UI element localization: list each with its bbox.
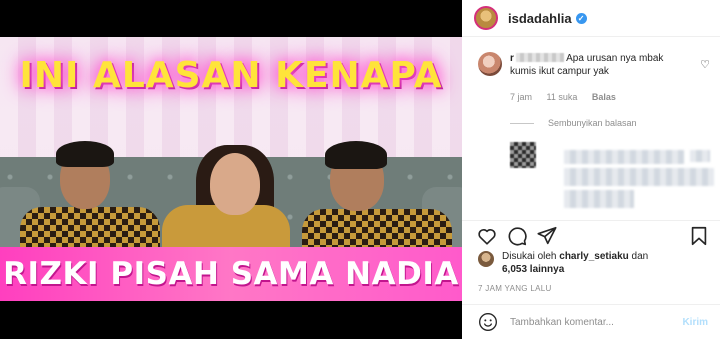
likes-conjunction: dan bbox=[631, 251, 649, 262]
comment-likes[interactable]: 11 suka bbox=[547, 92, 578, 102]
comment-text-block: r Apa urusan nya mbak kumis ikut campur … bbox=[510, 52, 685, 78]
bookmark-icon[interactable] bbox=[688, 225, 710, 247]
blurred-text bbox=[564, 150, 684, 164]
comment-like-heart-icon[interactable]: ♡ bbox=[700, 58, 710, 71]
post-side-panel: isdadahlia ✓ r Apa urusan nya mbak kumis… bbox=[462, 0, 720, 339]
reply-button[interactable]: Balas bbox=[592, 92, 616, 102]
divider-line bbox=[510, 122, 534, 124]
action-bar bbox=[462, 220, 720, 248]
caption-bottom: RIZKI PISAH SAMA NADIA bbox=[3, 256, 459, 292]
post-header: isdadahlia ✓ bbox=[462, 0, 720, 37]
likes-prefix: Disukai oleh bbox=[502, 251, 557, 262]
liker-avatar[interactable] bbox=[478, 251, 494, 267]
caption-top: INI ALASAN KENAPA bbox=[19, 55, 443, 96]
comment-meta: 7 jam 11 suka Balas bbox=[510, 92, 628, 102]
caption-bar: RIZKI PISAH SAMA NADIA bbox=[0, 247, 462, 301]
heart-icon[interactable] bbox=[476, 225, 498, 247]
blurred-avatar bbox=[510, 142, 536, 168]
hide-replies-button[interactable]: Sembunyikan balasan bbox=[510, 118, 637, 128]
blurred-text bbox=[564, 168, 714, 186]
post-comment-button[interactable]: Kirim bbox=[682, 317, 708, 328]
share-icon[interactable] bbox=[536, 225, 558, 247]
blurred-username bbox=[515, 53, 564, 62]
instagram-post-window: INI ALASAN KENAPA RIZKI PISAH SAMA NADIA… bbox=[0, 0, 720, 339]
likes-others[interactable]: 6,053 lainnya bbox=[502, 264, 564, 275]
comment-icon[interactable] bbox=[506, 225, 528, 247]
post-image[interactable]: INI ALASAN KENAPA RIZKI PISAH SAMA NADIA bbox=[0, 37, 462, 301]
author-username[interactable]: isdadahlia bbox=[508, 11, 572, 26]
likes-text: Disukai oleh charly_setiaku dan 6,053 la… bbox=[502, 250, 648, 276]
add-comment-bar: Kirim bbox=[462, 304, 720, 339]
post-timestamp: 7 JAM YANG LALU bbox=[478, 284, 552, 293]
blurred-text bbox=[564, 190, 634, 208]
likes-summary: Disukai oleh charly_setiaku dan 6,053 la… bbox=[478, 250, 648, 276]
liker-username[interactable]: charly_setiaku bbox=[559, 251, 629, 262]
hide-replies-label: Sembunyikan balasan bbox=[548, 118, 637, 128]
commenter-username[interactable]: r bbox=[510, 53, 514, 64]
comment-input[interactable] bbox=[510, 316, 670, 328]
verified-badge-icon: ✓ bbox=[575, 12, 587, 24]
comment-time: 7 jam bbox=[510, 92, 533, 102]
emoji-icon[interactable] bbox=[478, 312, 498, 332]
author-avatar[interactable] bbox=[474, 6, 498, 30]
blurred-text bbox=[690, 150, 710, 162]
blurred-reply bbox=[510, 142, 715, 214]
commenter-avatar[interactable] bbox=[478, 52, 502, 76]
